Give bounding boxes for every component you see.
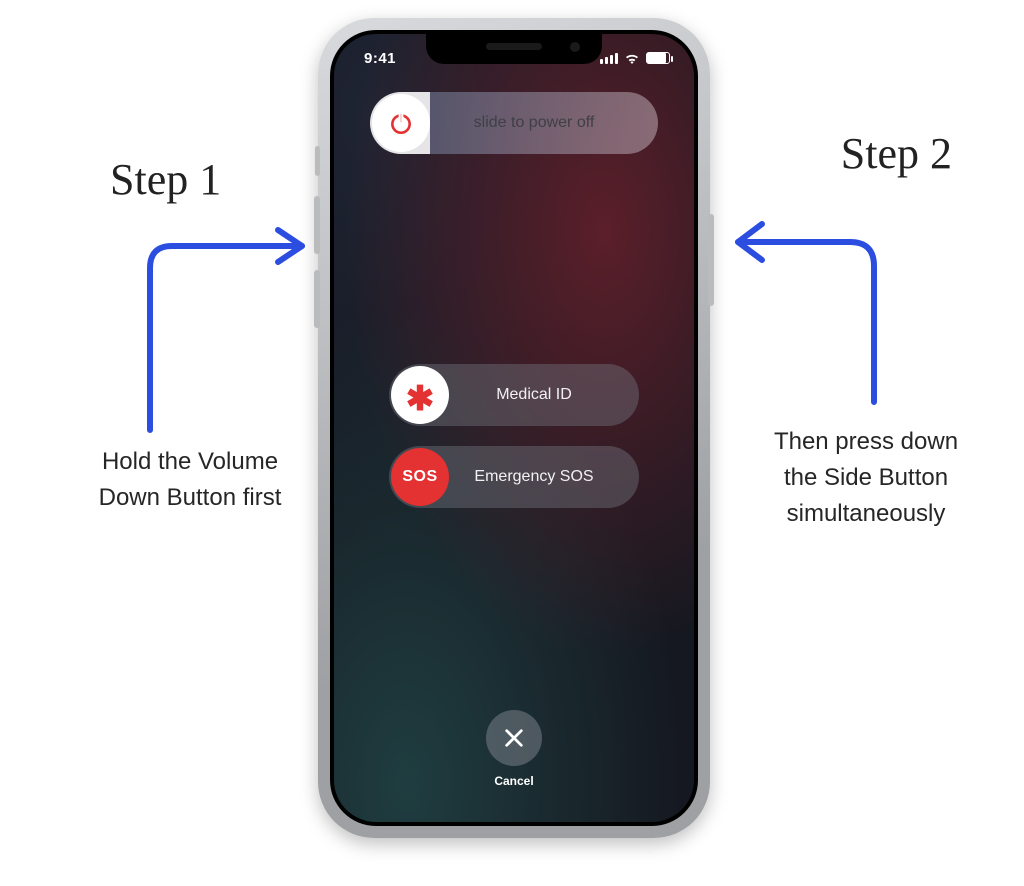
emergency-sos-label: Emergency SOS [451, 468, 617, 486]
medical-asterisk-icon: ✱ [391, 366, 449, 424]
notch [426, 34, 602, 64]
cancel-button[interactable] [486, 710, 542, 766]
cancel-label: Cancel [486, 774, 542, 788]
side-button[interactable] [708, 214, 714, 306]
step1-title: Step 1 [110, 154, 221, 205]
iphone-device: 9:41 slide [318, 18, 710, 838]
power-off-label: slide to power off [432, 114, 636, 132]
step1-arrow [126, 222, 326, 432]
medical-id-label: Medical ID [451, 386, 617, 404]
medical-id-slider[interactable]: ✱ Medical ID [389, 364, 639, 426]
diagram-stage: Step 1 Hold the Volume Down Button first… [0, 0, 1024, 886]
step2-body: Then press down the Side Button simultan… [758, 424, 974, 532]
status-time: 9:41 [358, 50, 396, 67]
power-icon [372, 94, 430, 152]
step2-title: Step 2 [841, 128, 952, 179]
wifi-icon [624, 52, 640, 64]
sos-icon: SOS [391, 448, 449, 506]
step2-arrow [726, 198, 926, 408]
cellular-signal-icon [600, 53, 618, 64]
close-icon [503, 727, 525, 749]
step1-body: Hold the Volume Down Button first [90, 444, 290, 516]
mute-switch[interactable] [315, 146, 320, 176]
volume-up-button[interactable] [314, 196, 320, 254]
battery-icon [646, 52, 670, 64]
cancel-group: Cancel [486, 710, 542, 788]
power-off-slider[interactable]: slide to power off [370, 92, 658, 154]
volume-down-button[interactable] [314, 270, 320, 328]
emergency-sos-slider[interactable]: SOS Emergency SOS [389, 446, 639, 508]
phone-bezel: 9:41 slide [330, 30, 698, 826]
phone-screen: 9:41 slide [334, 34, 694, 822]
